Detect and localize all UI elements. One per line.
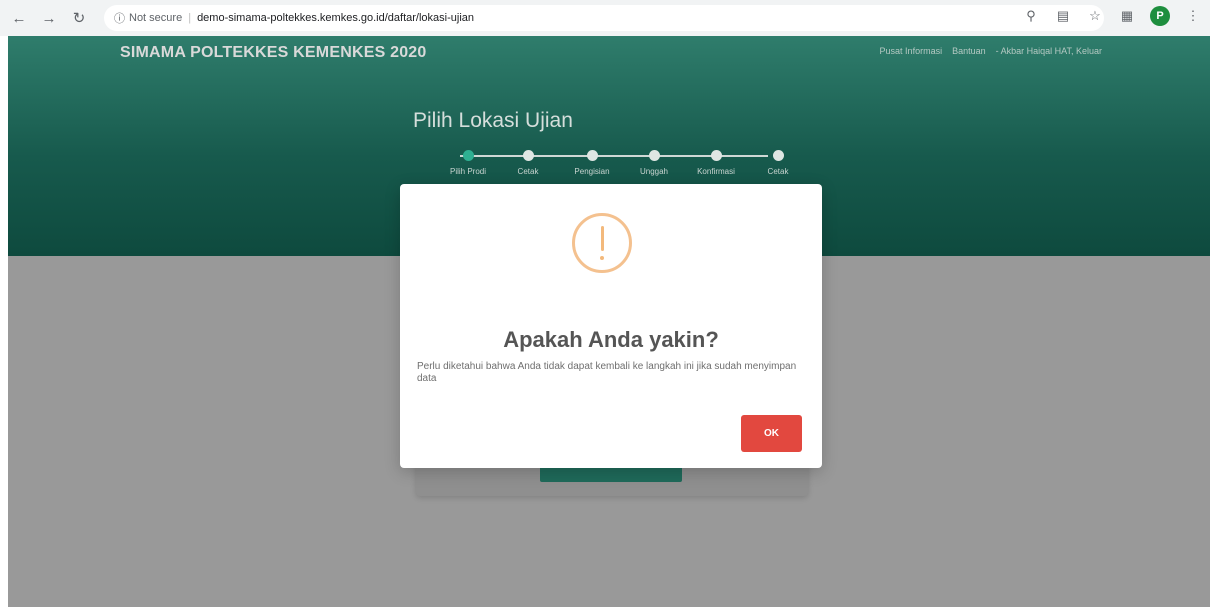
step-dot: [586, 150, 598, 161]
menu-kebab-icon[interactable]: ⋮: [1184, 8, 1202, 24]
extension-icon[interactable]: ▦: [1118, 8, 1136, 24]
reload-icon[interactable]: ↻: [68, 7, 90, 29]
translate-icon[interactable]: ▤: [1054, 8, 1072, 24]
step-pengisian: Pengisian: [562, 150, 622, 176]
forward-arrow-icon[interactable]: →: [38, 7, 60, 29]
step-dot: [522, 150, 534, 161]
url-text: demo-simama-poltekkes.kemkes.go.id/dafta…: [197, 12, 475, 24]
nav-link-user-logout[interactable]: - Akbar Haiqal HAT, Keluar: [996, 46, 1102, 56]
address-divider: |: [188, 12, 192, 24]
dialog-message: Perlu diketahui bahwa Anda tidak dapat k…: [417, 361, 797, 384]
address-bar[interactable]: ⓘ Not secure | demo-simama-poltekkes.kem…: [104, 5, 1104, 31]
security-label: Not secure: [129, 12, 183, 24]
warning-icon-dot: [600, 256, 604, 260]
ok-button[interactable]: OK: [741, 415, 802, 452]
warning-icon-bar: [600, 226, 604, 251]
brand-title[interactable]: SIMAMA POLTEKKES KEMENKES 2020: [120, 44, 427, 62]
step-pilih-prodi: Pilih Prodi: [438, 150, 498, 176]
step-label: Cetak: [517, 167, 539, 176]
warning-icon: [572, 213, 632, 273]
step-cetak-final: Cetak: [748, 150, 808, 176]
browser-toolbar: ← → ↻ ⓘ Not secure | demo-simama-poltekk…: [0, 0, 1210, 36]
nav-link-help[interactable]: Bantuan: [952, 46, 986, 56]
step-label: Unggah: [639, 167, 669, 176]
info-icon[interactable]: ⓘ: [114, 10, 125, 26]
back-arrow-icon[interactable]: ←: [8, 7, 30, 29]
step-label: Konfirmasi: [697, 167, 735, 176]
nav-link-info[interactable]: Pusat Informasi: [880, 46, 943, 56]
step-label: Cetak: [767, 167, 789, 176]
step-dot-active: [462, 150, 474, 161]
step-unggah: Unggah: [624, 150, 684, 176]
page-content: SIMAMA POLTEKKES KEMENKES 2020 Pusat Inf…: [8, 36, 1210, 607]
browser-actions: ⚲ ▤ ☆ ▦ P ⋮: [1022, 6, 1202, 26]
star-icon[interactable]: ☆: [1086, 8, 1104, 24]
step-konfirmasi: Konfirmasi: [686, 150, 746, 176]
step-dot: [772, 150, 784, 161]
step-dot: [648, 150, 660, 161]
top-nav: Pusat Informasi Bantuan - Akbar Haiqal H…: [880, 46, 1102, 56]
step-cetak: Cetak: [498, 150, 558, 176]
step-label: Pilih Prodi: [449, 167, 486, 176]
profile-avatar[interactable]: P: [1150, 6, 1170, 26]
dialog-title: Apakah Anda yakin?: [503, 327, 719, 352]
page-title: Pilih Lokasi Ujian: [413, 109, 573, 132]
step-dot: [710, 150, 722, 161]
step-label: Pengisian: [574, 167, 610, 176]
confirm-dialog: Apakah Anda yakin? Perlu diketahui bahwa…: [400, 184, 822, 468]
key-icon[interactable]: ⚲: [1022, 8, 1040, 24]
